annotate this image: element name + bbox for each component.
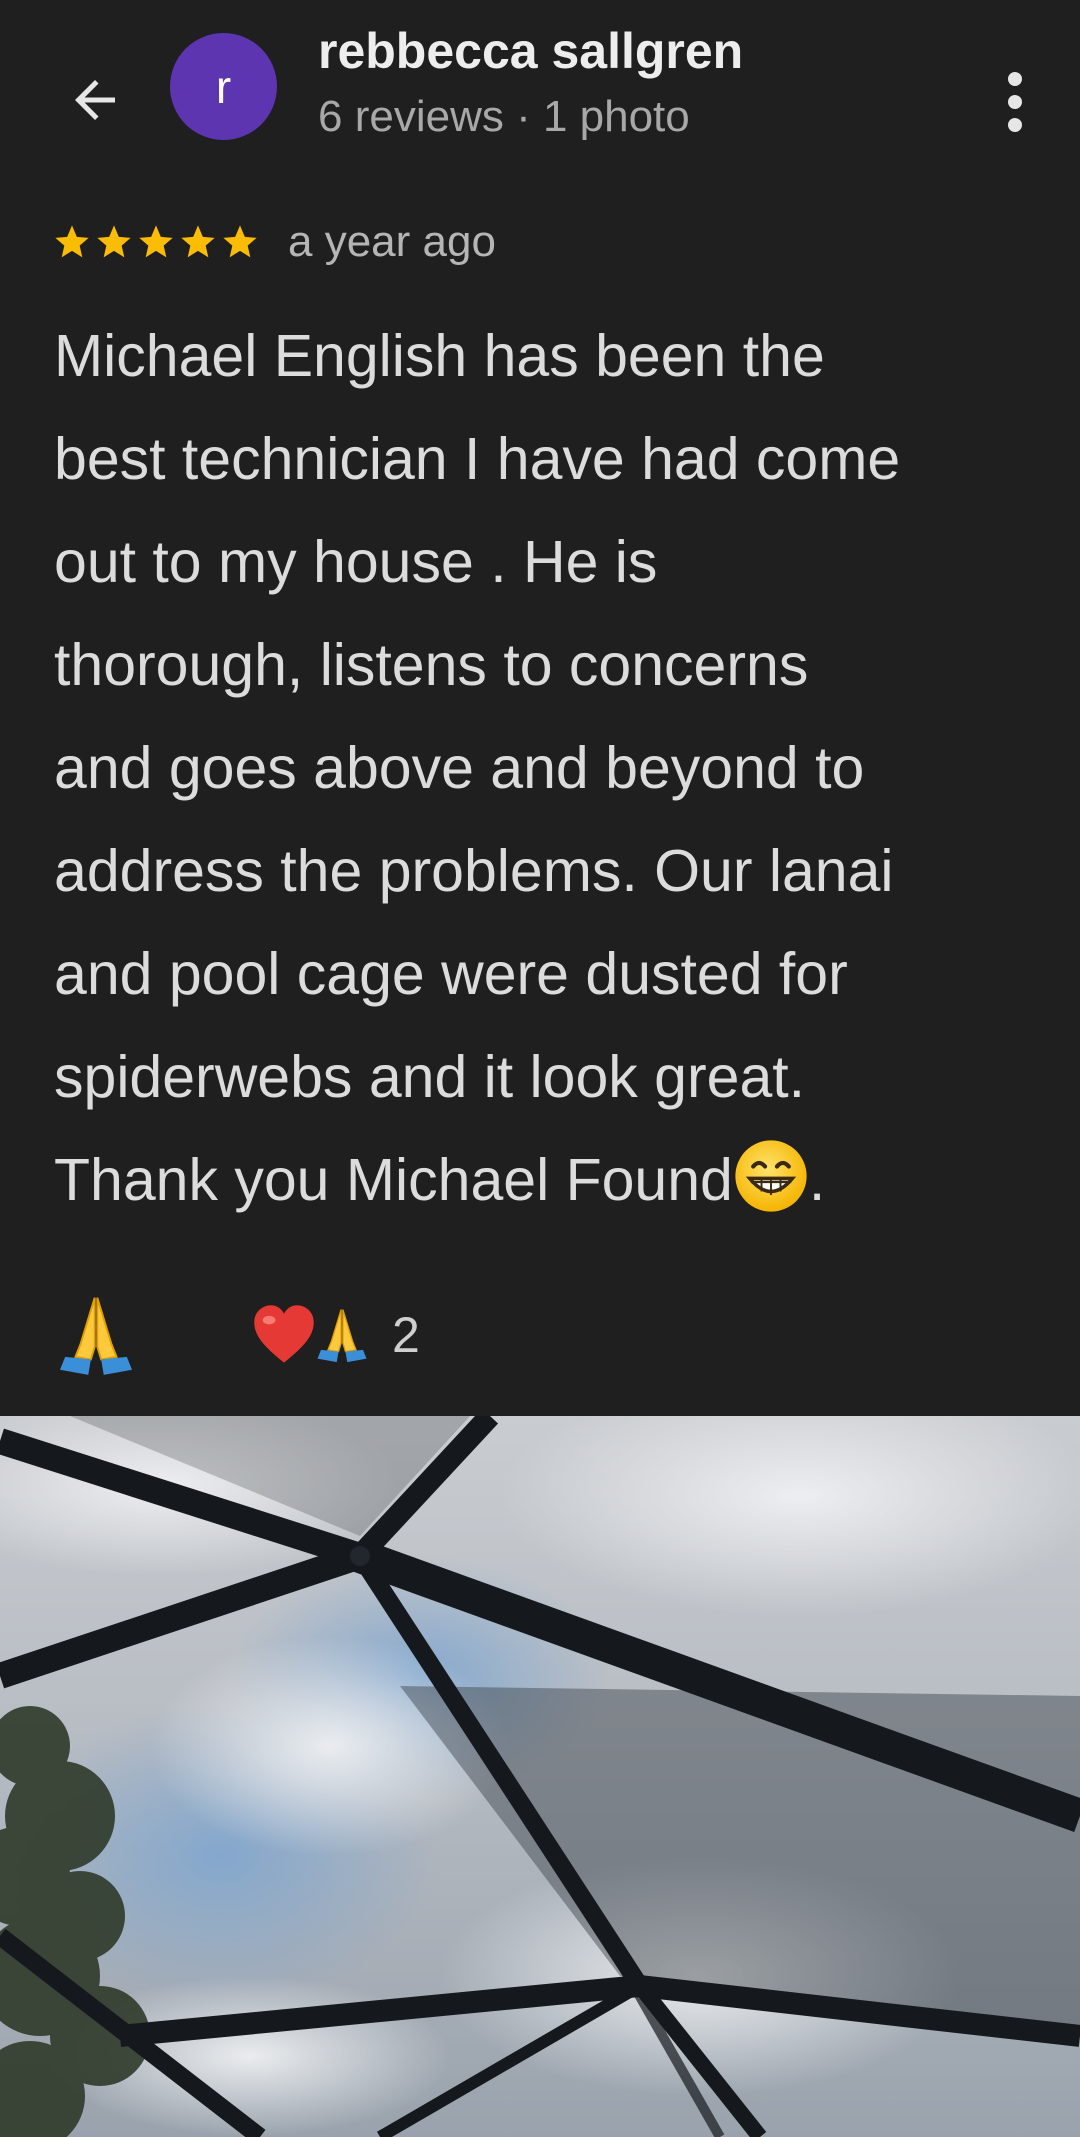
star-icon [223, 225, 257, 258]
review-line: Michael English has been the [54, 323, 825, 389]
star-icon [139, 225, 173, 258]
reaction-summary[interactable]: 2 [250, 1302, 420, 1368]
folded-hands-icon[interactable] [54, 1290, 138, 1380]
more-options-button[interactable] [985, 62, 1045, 142]
review-photo[interactable] [0, 1416, 1080, 2137]
header: r rebbecca sallgren 6 reviews · 1 photo [0, 0, 1080, 200]
star-icon [55, 225, 89, 258]
reviewer-name[interactable]: rebbecca sallgren [318, 22, 743, 80]
review-line: best technician I have had come [54, 426, 901, 492]
rating-row: a year ago [52, 212, 496, 272]
review-line: and pool cage were dusted for [54, 941, 848, 1007]
review-line: address the problems. Our lanai [54, 838, 894, 904]
more-vert-icon [1008, 72, 1022, 132]
reaction-count: 2 [392, 1307, 420, 1363]
grinning-face-icon [735, 1140, 807, 1212]
review-line: and goes above and beyond to [54, 735, 865, 801]
folded-hands-icon [317, 1309, 367, 1363]
review-detail-screen: r rebbecca sallgren 6 reviews · 1 photo … [0, 0, 1080, 2137]
reviewer-stats: 6 reviews · 1 photo [318, 92, 690, 141]
star-icon [181, 225, 215, 258]
star-rating [52, 222, 260, 262]
review-line-last: Thank you Michael Found . [54, 1129, 1054, 1232]
reactions-row: 2 [54, 1290, 420, 1380]
pool-cage-photo [0, 1416, 1080, 2137]
review-date: a year ago [288, 217, 496, 266]
review-line: spiderwebs and it look great. [54, 1044, 806, 1110]
avatar-letter: r [215, 60, 232, 113]
review-text: Michael English has been the best techni… [54, 305, 1054, 1232]
star-icon [97, 225, 131, 258]
review-line-text: Thank you Michael Found [54, 1147, 733, 1213]
review-line: thorough, listens to concerns [54, 632, 809, 698]
trailing-punct: . [808, 1147, 826, 1213]
red-heart-icon [254, 1305, 314, 1363]
back-button[interactable] [50, 60, 140, 140]
review-line: out to my house . He is [54, 529, 658, 595]
avatar[interactable]: r [170, 33, 277, 140]
arrow-back-icon [75, 80, 115, 120]
